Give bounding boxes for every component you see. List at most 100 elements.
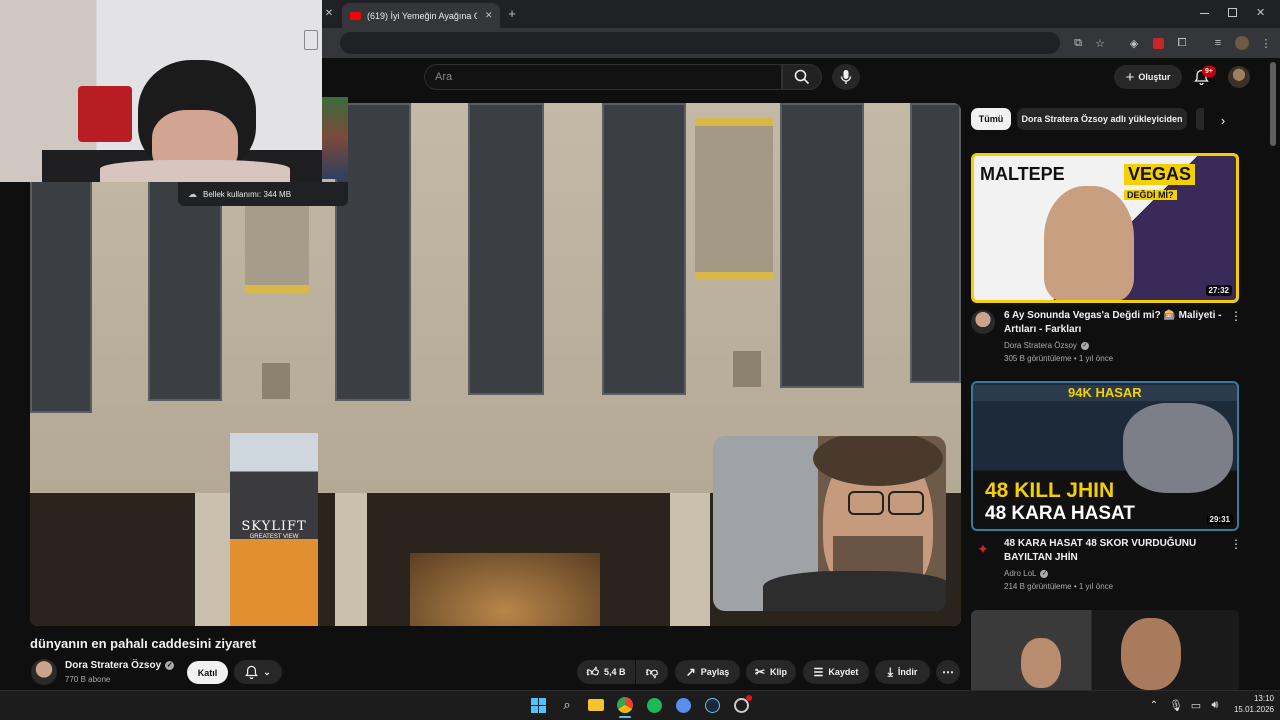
new-tab-button[interactable]: + <box>505 6 519 21</box>
thumbs-down-icon: 👎︎ <box>645 664 659 679</box>
like-button[interactable]: 👍︎ 5,4 B <box>577 660 635 684</box>
chevron-down-icon: ⌄ <box>263 666 271 677</box>
chip-all[interactable]: Tümü <box>971 108 1011 130</box>
save-playlist-icon: ☰ <box>813 666 824 679</box>
thumbnail-person <box>1044 186 1134 300</box>
recommendation-thumbnail[interactable]: 94K HASAR 48 KILL JHIN 48 KARA HASAT 29:… <box>971 381 1239 531</box>
share-label: Paylaş <box>700 667 730 677</box>
person-shirt <box>100 160 290 182</box>
voice-search-button[interactable] <box>832 64 860 90</box>
video-duration: 27:32 <box>1205 285 1232 296</box>
thumbnail-champion <box>1123 403 1233 493</box>
webcam-overlay <box>0 0 322 182</box>
tab-active[interactable]: (619) İyi Yemeğin Ayağına Gidi ✕ <box>342 3 500 28</box>
more-vertical-icon[interactable]: ⋮ <box>1230 537 1242 551</box>
channel-avatar[interactable] <box>971 310 995 334</box>
download-button[interactable]: ⤓ İndir <box>875 660 930 684</box>
create-label: Oluştur <box>1138 72 1171 82</box>
red-box <box>78 86 132 142</box>
verified-icon: ✓ <box>165 661 175 670</box>
vpn-icon[interactable] <box>672 694 694 716</box>
search-icon <box>794 69 810 85</box>
address-bar[interactable] <box>340 32 1060 54</box>
download-label: İndir <box>897 667 918 677</box>
microphone-icon <box>840 70 852 84</box>
file-explorer-icon[interactable] <box>585 694 607 716</box>
extension-icon[interactable]: ◈ <box>1124 33 1144 53</box>
install-app-icon[interactable]: ⧉ <box>1068 33 1088 53</box>
search-button[interactable] <box>782 64 822 90</box>
minimize-button[interactable] <box>1198 7 1210 19</box>
chip-from-uploader[interactable]: Dora Stratera Özsoy adlı yükleyiciden <box>1017 108 1187 130</box>
channel-logo-icon[interactable]: ✦ <box>974 540 992 558</box>
share-button[interactable]: ↗ Paylaş <box>675 660 740 684</box>
facade-pillar <box>670 493 710 626</box>
building-window <box>602 103 686 395</box>
video-title: dünyanın en pahalı caddesini ziyaret <box>30 636 257 651</box>
more-actions-button[interactable]: ⋯ <box>936 660 960 684</box>
recommendation-channel-row[interactable]: Dora Stratera Özsoy ✓ <box>1004 341 1089 350</box>
page-scrollbar[interactable] <box>1270 62 1276 146</box>
spotify-icon[interactable] <box>643 694 665 716</box>
building-window <box>30 163 92 413</box>
wall-hook <box>304 30 318 50</box>
extension-calendar-icon[interactable] <box>1148 33 1168 53</box>
clock-time: 13:10 <box>1253 694 1274 703</box>
recommendation-thumbnail[interactable]: MALTEPE VEGAS DEĞDİ Mİ? 27:32 <box>971 153 1239 303</box>
close-tab-icon[interactable]: ✕ <box>322 6 336 20</box>
search-icon[interactable]: ⌕ <box>556 694 578 716</box>
chip-partial[interactable] <box>1196 108 1204 130</box>
recommendation-channel: Dora Stratera Özsoy <box>1004 341 1077 350</box>
save-label: Kaydet <box>828 667 859 677</box>
windows-taskbar <box>0 690 1280 720</box>
microphone-icon[interactable]: 🎙︎ <box>1165 694 1187 716</box>
active-app-indicator <box>619 716 631 718</box>
recommendation-thumbnail[interactable] <box>971 610 1239 690</box>
windows-start-icon[interactable] <box>527 694 549 716</box>
profile-avatar-icon[interactable] <box>1232 33 1252 53</box>
dislike-button[interactable]: 👎︎ <box>636 660 668 684</box>
search-input[interactable]: Ara <box>424 64 782 90</box>
wall-lamp <box>262 363 290 399</box>
clip-button[interactable]: ✂ Klip <box>746 660 796 684</box>
more-horizontal-icon: ⋯ <box>942 665 954 679</box>
mosaic-mural <box>410 553 600 626</box>
recommendation-channel-row[interactable]: Adro LoL ✓ <box>1004 569 1049 578</box>
join-button[interactable]: Katıl <box>187 661 228 684</box>
memory-icon: ☁ <box>188 188 197 199</box>
building-window <box>910 103 961 383</box>
more-vertical-icon[interactable]: ⋮ <box>1230 309 1242 323</box>
account-avatar[interactable] <box>1228 66 1250 88</box>
facade-sculpture <box>245 198 309 293</box>
volume-icon[interactable]: 🔊︎ <box>1204 694 1226 716</box>
youtube-favicon-icon <box>350 11 361 20</box>
facade-pillar <box>335 493 367 626</box>
bookmark-star-icon[interactable]: ☆ <box>1090 33 1110 53</box>
extensions-puzzle-icon[interactable]: ⧠ <box>1172 33 1192 53</box>
channel-name-row[interactable]: Dora Stratera Özsoy ✓ <box>65 660 175 671</box>
notification-dot <box>746 695 752 701</box>
clock[interactable]: 13:10 15.01.2026 <box>1224 693 1274 715</box>
scissors-icon: ✂ <box>754 665 766 679</box>
maximize-button[interactable] <box>1228 8 1237 17</box>
subscribed-bell-button[interactable]: ⌄ <box>234 660 282 684</box>
glasses-icon <box>848 491 884 515</box>
chevron-right-icon[interactable]: › <box>1213 110 1233 130</box>
recommendation-title[interactable]: 48 KARA HASAT 48 SKOR VURDUĞUNU BAYILTAN… <box>1004 537 1226 565</box>
thumbnail-text: 48 KILL JHIN <box>985 479 1115 502</box>
chrome-icon[interactable] <box>614 694 636 716</box>
chevron-up-icon[interactable]: ⌃ <box>1143 694 1165 716</box>
subscriber-count: 770 B abone <box>65 675 111 684</box>
save-button[interactable]: ☰ Kaydet <box>803 660 869 684</box>
browser-menu-icon[interactable]: ⋮ <box>1256 33 1276 53</box>
thumbnail-text: VEGAS <box>1124 164 1196 185</box>
recommendation-title[interactable]: 6 Ay Sonunda Vegas'a Değdi mi? 🎰 Maliyet… <box>1004 309 1226 337</box>
media-controls-icon[interactable]: ≡ <box>1208 33 1228 53</box>
steam-icon[interactable] <box>701 694 723 716</box>
close-window-button[interactable]: ✕ <box>1256 6 1265 19</box>
close-tab-icon[interactable]: ✕ <box>485 10 493 21</box>
create-button[interactable]: + Oluştur <box>1114 65 1182 89</box>
search-placeholder: Ara <box>435 71 453 83</box>
channel-avatar[interactable] <box>31 659 57 685</box>
bell-icon <box>245 665 259 679</box>
